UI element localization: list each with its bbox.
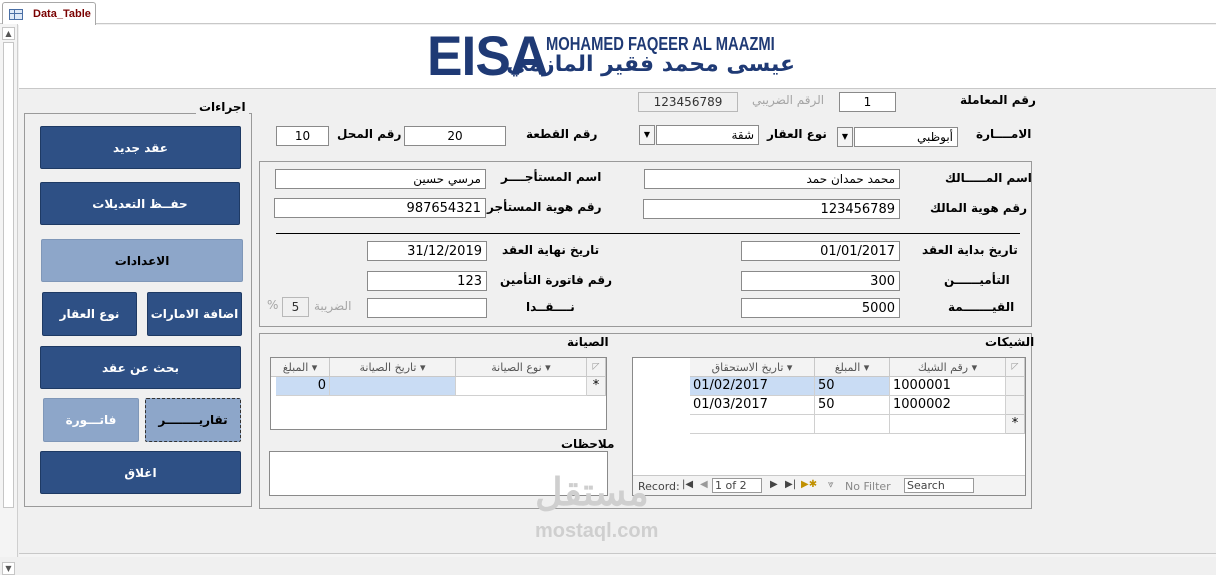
watermark-arabic: مستقل <box>535 472 649 514</box>
table-row[interactable]: 50 <box>815 396 890 415</box>
table-row[interactable] <box>690 415 815 434</box>
cash-field[interactable] <box>367 298 487 318</box>
table-row[interactable] <box>815 415 890 434</box>
maintenance-title: الصيانة <box>567 335 609 349</box>
owner-name-label: اسم المـــــالك <box>945 171 1032 185</box>
tax-no-label: الرقم الضريبي <box>752 93 825 107</box>
column-header-amount[interactable]: المبلغ ▾ <box>815 358 890 377</box>
tax-no-field[interactable]: 123456789 <box>638 92 738 112</box>
emirate-select[interactable]: أبوظبي <box>854 127 958 147</box>
select-all-corner[interactable]: ◸ <box>587 358 606 377</box>
search-input[interactable]: Search <box>904 478 974 493</box>
section-divider <box>276 233 1020 234</box>
vertical-scrollbar[interactable]: ▲ ▼ <box>0 24 18 575</box>
cash-label: نــــقــدا <box>526 300 575 314</box>
owner-name-field[interactable]: محمد حمدان حمد <box>644 169 900 189</box>
scroll-down-arrow-icon[interactable]: ▼ <box>2 562 15 575</box>
current-record-field[interactable]: 1 of 2 <box>712 478 762 493</box>
no-filter-indicator[interactable]: No Filter <box>845 480 891 493</box>
column-header-maintenance-type[interactable]: نوع الصيانة ▾ <box>456 358 587 377</box>
table-row[interactable] <box>890 415 1006 434</box>
horizontal-scrollbar[interactable] <box>19 553 1216 557</box>
tax-label: الضريبة <box>314 299 352 313</box>
value-field[interactable]: 5000 <box>741 298 900 318</box>
document-tab-strip <box>0 0 1216 24</box>
cheques-title: الشيكات <box>985 335 1035 349</box>
row-selector[interactable] <box>1006 377 1025 396</box>
insurance-field[interactable]: 300 <box>741 271 900 291</box>
table-row[interactable] <box>456 377 587 396</box>
form-icon <box>9 9 23 20</box>
column-header-maintenance-date[interactable]: تاريخ الصيانة ▾ <box>330 358 456 377</box>
value-label: القيـــــــمة <box>948 300 1015 314</box>
new-record-icon[interactable]: ▶✱ <box>801 479 817 490</box>
new-contract-button[interactable]: عقد جديد <box>40 126 241 169</box>
shop-no-field[interactable]: 10 <box>276 126 329 146</box>
notes-title: ملاحظات <box>561 437 615 451</box>
insurance-invoice-label: رقم فاتورة التأمين <box>500 273 613 287</box>
cheques-datasheet[interactable]: ◸ رقم الشيك ▾ المبلغ ▾ تاريخ الاستحقاق ▾… <box>632 357 1026 496</box>
scroll-up-arrow-icon[interactable]: ▲ <box>2 27 15 40</box>
plot-no-field[interactable]: 20 <box>404 126 506 146</box>
record-navigator: Record: |◀ ◀ 1 of 2 ▶ ▶| ▶✱ ⩔ No Filter … <box>633 475 1025 495</box>
invoice-button[interactable]: فاتـــورة <box>43 398 139 442</box>
reports-button[interactable]: تقاريــــــــر <box>145 398 241 442</box>
insurance-invoice-field[interactable]: 123 <box>367 271 487 291</box>
table-row[interactable] <box>330 377 456 396</box>
property-type-label: نوع العقار <box>767 127 827 141</box>
filter-icon: ⩔ <box>828 479 834 490</box>
tab-data-table[interactable]: Data_Table <box>2 2 96 25</box>
column-header-cheque-no[interactable]: رقم الشيك ▾ <box>890 358 1006 377</box>
transaction-no-label: رقم المعاملة <box>960 93 1036 107</box>
insurance-label: التأميــــــن <box>944 273 1010 287</box>
row-selector[interactable] <box>1006 396 1025 415</box>
emirate-label: الامــــارة <box>976 127 1032 141</box>
chevron-down-icon[interactable]: ▼ <box>639 125 655 145</box>
logo-arabic-name: عيسى محمد فقير المازمي <box>506 52 795 77</box>
settings-button[interactable]: الاعدادات <box>41 239 243 282</box>
end-date-field[interactable]: 31/12/2019 <box>367 241 487 261</box>
tenant-name-label: اسم المستأجــــر <box>501 170 602 184</box>
tenant-id-label: رقم هوية المستأجر <box>487 200 602 214</box>
owner-id-label: رقم هوية المالك <box>930 201 1028 215</box>
search-contract-button[interactable]: بحث عن عقد <box>40 346 241 389</box>
new-record-marker[interactable]: * <box>587 377 606 396</box>
start-date-field[interactable]: 01/01/2017 <box>741 241 900 261</box>
transaction-no-field[interactable]: 1 <box>839 92 896 112</box>
table-row[interactable]: 1000002 <box>890 396 1006 415</box>
end-date-label: تاريخ نهاية العقد <box>502 243 600 257</box>
tax-percent-unit: % <box>267 298 279 312</box>
column-header-maintenance-amount[interactable]: المبلغ ▾ <box>271 358 330 377</box>
property-type-button[interactable]: نوع العقار <box>42 292 137 336</box>
select-all-corner[interactable]: ◸ <box>1006 358 1025 377</box>
tab-label: Data_Table <box>33 8 91 20</box>
maintenance-datasheet[interactable]: ◸ نوع الصيانة ▾ تاريخ الصيانة ▾ المبلغ ▾… <box>270 357 607 430</box>
tax-field[interactable]: 5 <box>282 297 309 317</box>
previous-record-icon[interactable]: ◀ <box>700 479 708 490</box>
tenant-id-field[interactable]: 987654321 <box>274 198 486 218</box>
table-row[interactable]: 01/02/2017 <box>690 377 815 396</box>
table-row[interactable]: 50 <box>815 377 890 396</box>
plot-no-label: رقم القطعة <box>526 127 598 141</box>
close-button[interactable]: اغلاق <box>40 451 241 494</box>
actions-title: اجراءات <box>196 100 249 114</box>
table-row[interactable]: 0 <box>276 377 330 396</box>
last-record-icon[interactable]: ▶| <box>785 479 796 490</box>
column-header-due-date[interactable]: تاريخ الاستحقاق ▾ <box>690 358 815 377</box>
table-row[interactable]: 1000001 <box>890 377 1006 396</box>
first-record-icon[interactable]: |◀ <box>682 479 693 490</box>
next-record-icon[interactable]: ▶ <box>770 479 778 490</box>
shop-no-label: رقم المحل <box>337 127 402 141</box>
watermark-latin: mostaql.com <box>535 520 659 542</box>
add-emirates-button[interactable]: اضافة الامارات <box>147 292 242 336</box>
save-changes-button[interactable]: حفــظ التعديلات <box>40 182 240 225</box>
tenant-name-field[interactable]: مرسي حسين <box>275 169 486 189</box>
start-date-label: تاريخ بداية العقد <box>922 243 1018 257</box>
table-row[interactable]: 01/03/2017 <box>690 396 815 415</box>
property-type-select[interactable]: شقة <box>656 125 759 145</box>
owner-id-field[interactable]: 123456789 <box>643 199 900 219</box>
scrollbar-thumb[interactable] <box>3 42 14 508</box>
new-record-marker[interactable]: * <box>1006 415 1025 434</box>
chevron-down-icon[interactable]: ▼ <box>837 127 853 147</box>
